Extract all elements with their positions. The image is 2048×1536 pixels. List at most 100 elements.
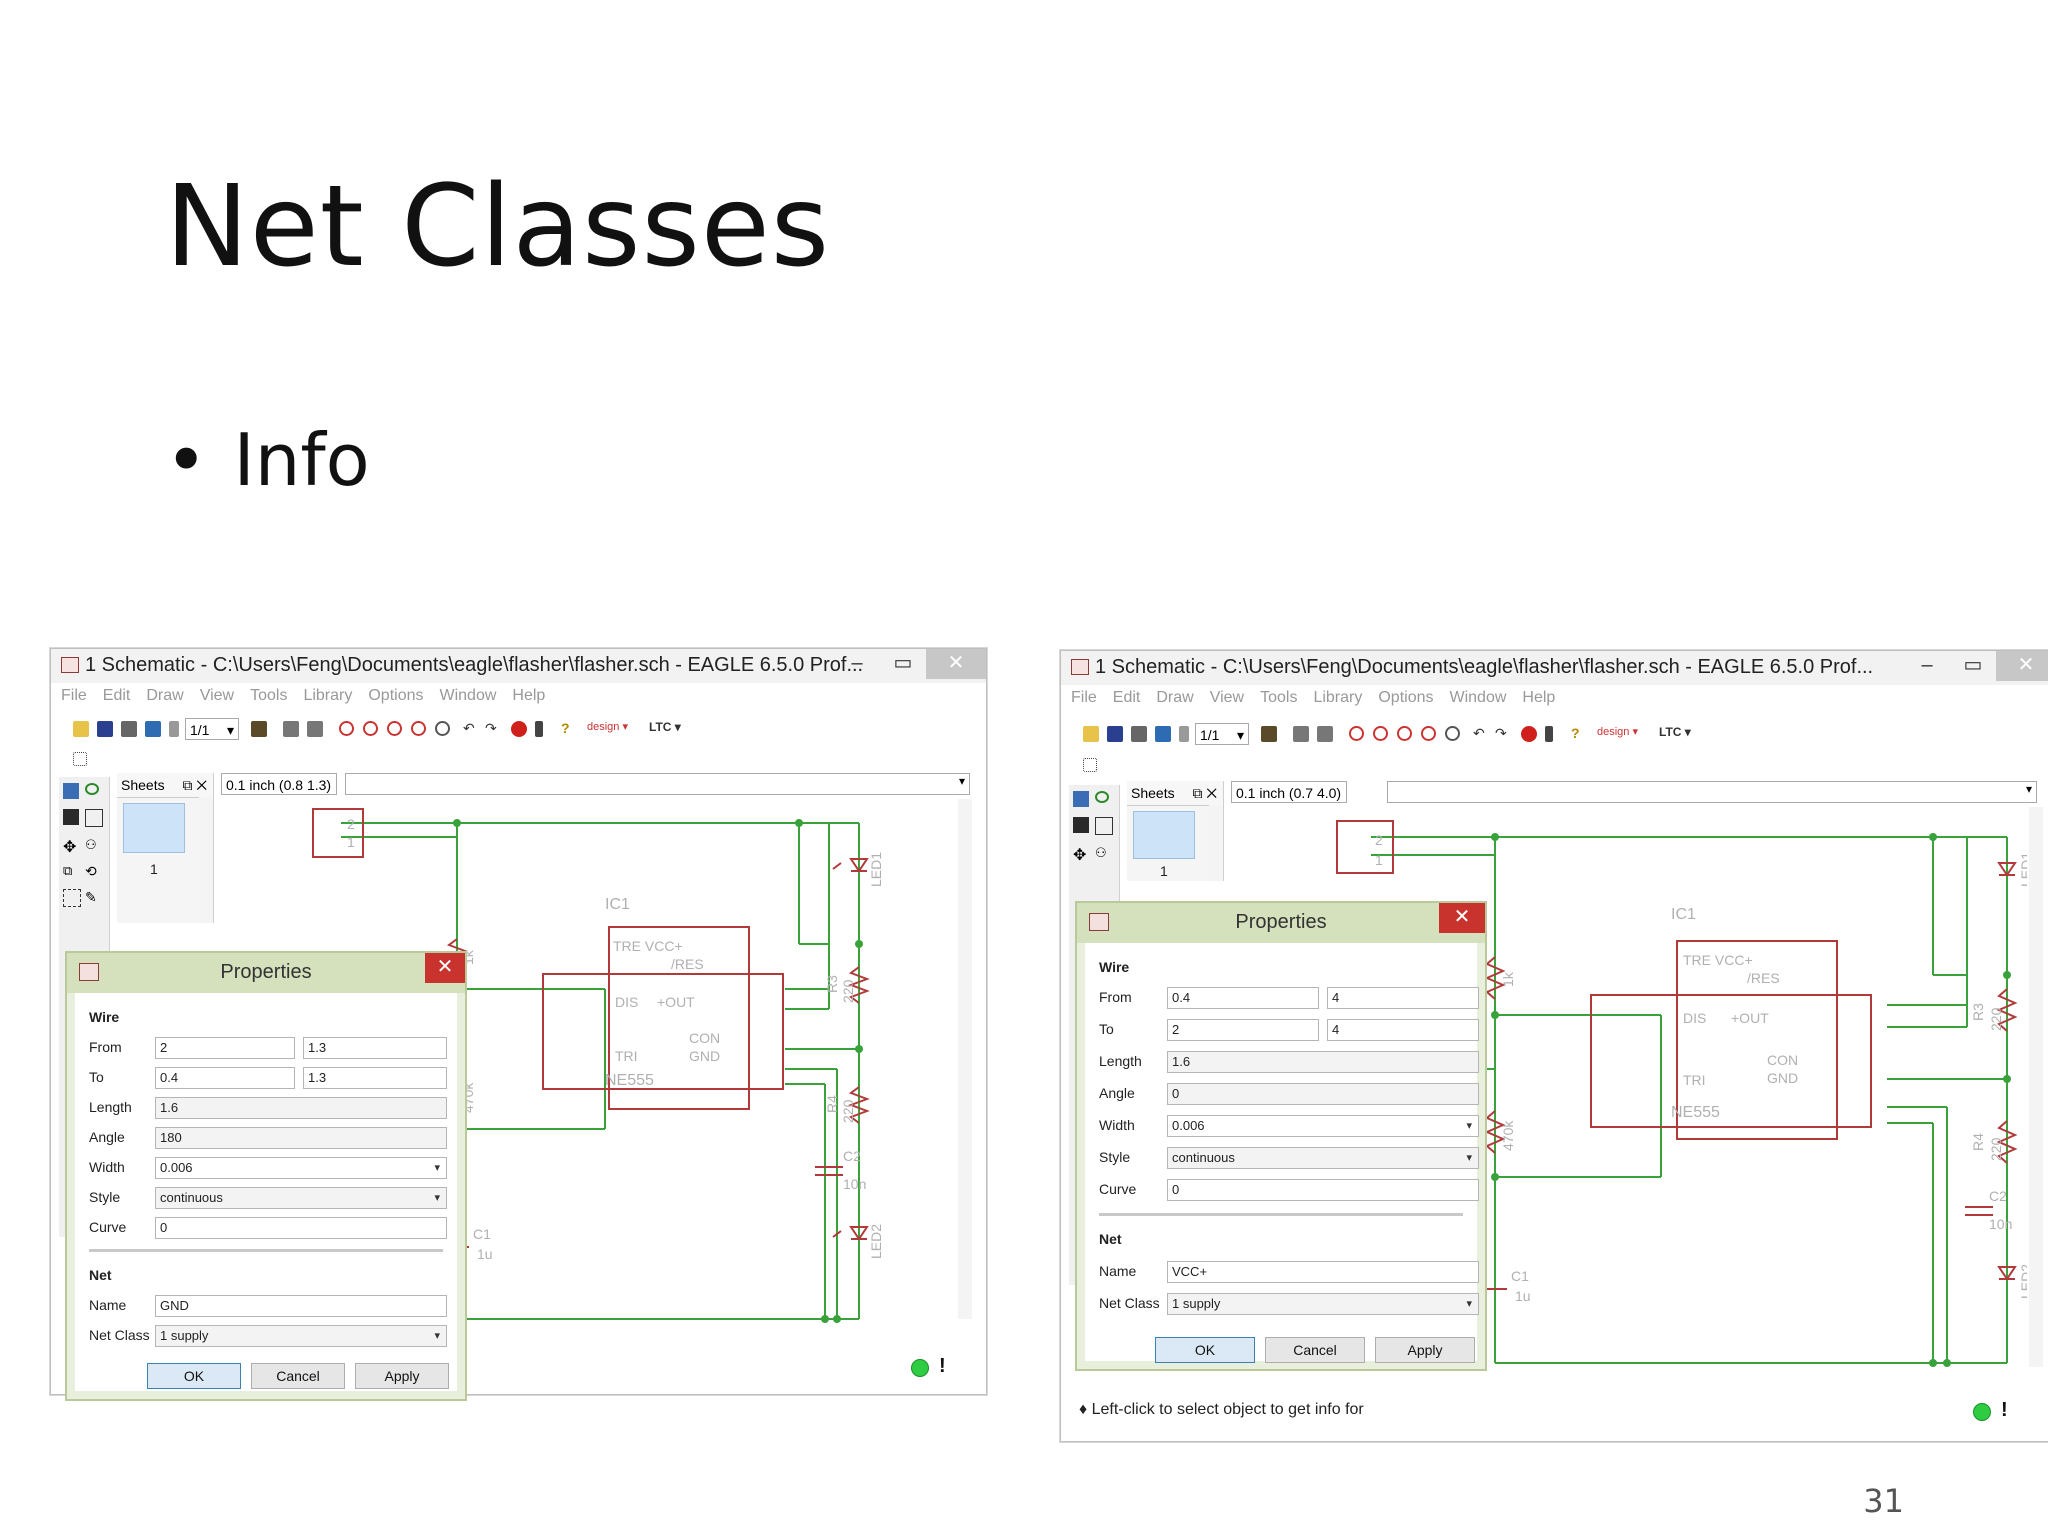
minimize-button[interactable]: –: [834, 649, 880, 679]
cancel-button[interactable]: Cancel: [1265, 1337, 1365, 1363]
grid-icon[interactable]: [1083, 758, 1097, 772]
menu-options[interactable]: Options: [368, 687, 423, 704]
change-icon[interactable]: ✎: [85, 889, 101, 905]
sheet-thumbnail[interactable]: [123, 803, 185, 853]
copy-icon[interactable]: ⚇: [1095, 845, 1111, 861]
to-x-field[interactable]: 0.4: [155, 1067, 295, 1089]
menu-help[interactable]: Help: [512, 687, 545, 704]
rotate-icon[interactable]: ⟲: [85, 863, 101, 879]
style-select[interactable]: continuous ▾: [155, 1187, 447, 1209]
save-icon[interactable]: [97, 721, 113, 737]
dialog-title-bar[interactable]: Properties ✕: [67, 953, 465, 993]
from-x-field[interactable]: 2: [155, 1037, 295, 1059]
title-bar[interactable]: 1 Schematic - C:\Users\Feng\Documents\ea…: [1061, 651, 2048, 685]
zoom-select-icon[interactable]: [435, 721, 450, 736]
print-icon[interactable]: [1131, 726, 1147, 742]
info-icon[interactable]: [63, 783, 79, 799]
zoom-select-icon[interactable]: [1445, 726, 1460, 741]
undo-icon[interactable]: ↶: [1473, 725, 1485, 742]
ltspice-icon[interactable]: LTC ▾: [649, 720, 681, 734]
command-line[interactable]: ▾: [1387, 781, 2037, 803]
close-button[interactable]: ✕: [1996, 651, 2048, 681]
curve-field[interactable]: 0: [155, 1217, 447, 1239]
apply-button[interactable]: Apply: [355, 1363, 449, 1389]
save-icon[interactable]: [1107, 726, 1123, 742]
sheet-combo[interactable]: 1/1 ▾: [185, 718, 239, 740]
net-name-field[interactable]: VCC+: [1167, 1261, 1479, 1283]
group-icon[interactable]: [63, 889, 81, 907]
dialog-close-button[interactable]: ✕: [425, 953, 465, 983]
zoom-in-icon[interactable]: [363, 721, 378, 736]
to-y-field[interactable]: 4: [1327, 1019, 1479, 1041]
netclass-select[interactable]: 1 supply ▾: [1167, 1293, 1479, 1315]
help-icon[interactable]: ?: [561, 720, 570, 736]
to-x-field[interactable]: 2: [1167, 1019, 1319, 1041]
stop-command-icon[interactable]: !: [939, 1355, 946, 1378]
display-icon[interactable]: [1073, 817, 1089, 833]
redo-icon[interactable]: ↷: [485, 720, 497, 737]
run-icon[interactable]: [1317, 726, 1333, 742]
zoom-redraw-icon[interactable]: [411, 721, 426, 736]
sheet-icon[interactable]: [1179, 726, 1189, 742]
dialog-close-button[interactable]: ✕: [1439, 903, 1485, 933]
ok-button[interactable]: OK: [1155, 1337, 1255, 1363]
help-icon[interactable]: ?: [1571, 725, 1580, 741]
open-icon[interactable]: [73, 721, 89, 737]
designlink-icon[interactable]: design ▾: [1597, 725, 1638, 738]
maximize-button[interactable]: ▭: [880, 649, 926, 679]
ltspice-icon[interactable]: LTC ▾: [1659, 725, 1691, 739]
canvas-scrollbar[interactable]: [958, 799, 972, 1319]
menu-library[interactable]: Library: [303, 687, 352, 704]
stop-icon[interactable]: [511, 721, 527, 737]
from-y-field[interactable]: 1.3: [303, 1037, 447, 1059]
to-y-field[interactable]: 1.3: [303, 1067, 447, 1089]
width-select[interactable]: 0.006 ▾: [1167, 1115, 1479, 1137]
zoom-fit-icon[interactable]: [339, 721, 354, 736]
sheet-combo[interactable]: 1/1 ▾: [1195, 723, 1249, 745]
from-x-field[interactable]: 0.4: [1167, 987, 1319, 1009]
designlink-icon[interactable]: design ▾: [587, 720, 628, 733]
menu-edit[interactable]: Edit: [1113, 689, 1141, 706]
stop-icon[interactable]: [1521, 726, 1537, 742]
print-icon[interactable]: [121, 721, 137, 737]
menu-draw[interactable]: Draw: [146, 687, 183, 704]
info-icon[interactable]: [1073, 791, 1089, 807]
use-icon[interactable]: [251, 721, 267, 737]
maximize-button[interactable]: ▭: [1950, 651, 1996, 681]
menu-draw[interactable]: Draw: [1156, 689, 1193, 706]
menu-library[interactable]: Library: [1313, 689, 1362, 706]
minimize-button[interactable]: –: [1904, 651, 1950, 681]
menu-window[interactable]: Window: [440, 687, 497, 704]
menu-help[interactable]: Help: [1522, 689, 1555, 706]
run-icon[interactable]: [307, 721, 323, 737]
show-icon[interactable]: [1095, 791, 1109, 803]
show-icon[interactable]: [85, 783, 99, 795]
menu-tools[interactable]: Tools: [1260, 689, 1297, 706]
script-icon[interactable]: [283, 721, 299, 737]
menu-view[interactable]: View: [1210, 689, 1244, 706]
zoom-out-icon[interactable]: [387, 721, 402, 736]
menu-file[interactable]: File: [61, 687, 87, 704]
grid-icon[interactable]: [73, 752, 87, 766]
go-icon[interactable]: [1545, 726, 1553, 742]
move-icon[interactable]: ✥: [1073, 845, 1089, 864]
menu-view[interactable]: View: [200, 687, 234, 704]
sheet-icon[interactable]: [169, 721, 179, 737]
mark-icon[interactable]: [1095, 817, 1113, 835]
net-name-field[interactable]: GND: [155, 1295, 447, 1317]
display-icon[interactable]: [63, 809, 79, 825]
close-button[interactable]: ✕: [926, 649, 986, 679]
curve-field[interactable]: 0: [1167, 1179, 1479, 1201]
sheets-scrollbar[interactable]: [1209, 805, 1223, 881]
go-icon[interactable]: [535, 721, 543, 737]
zoom-redraw-icon[interactable]: [1421, 726, 1436, 741]
redo-icon[interactable]: ↷: [1495, 725, 1507, 742]
cam-icon[interactable]: [145, 721, 161, 737]
apply-button[interactable]: Apply: [1375, 1337, 1475, 1363]
menu-file[interactable]: File: [1071, 689, 1097, 706]
script-icon[interactable]: [1293, 726, 1309, 742]
canvas-scrollbar[interactable]: [2029, 807, 2043, 1367]
copy-icon[interactable]: ⚇: [85, 837, 101, 853]
menu-tools[interactable]: Tools: [250, 687, 287, 704]
mirror-icon[interactable]: ⧉: [63, 863, 79, 879]
